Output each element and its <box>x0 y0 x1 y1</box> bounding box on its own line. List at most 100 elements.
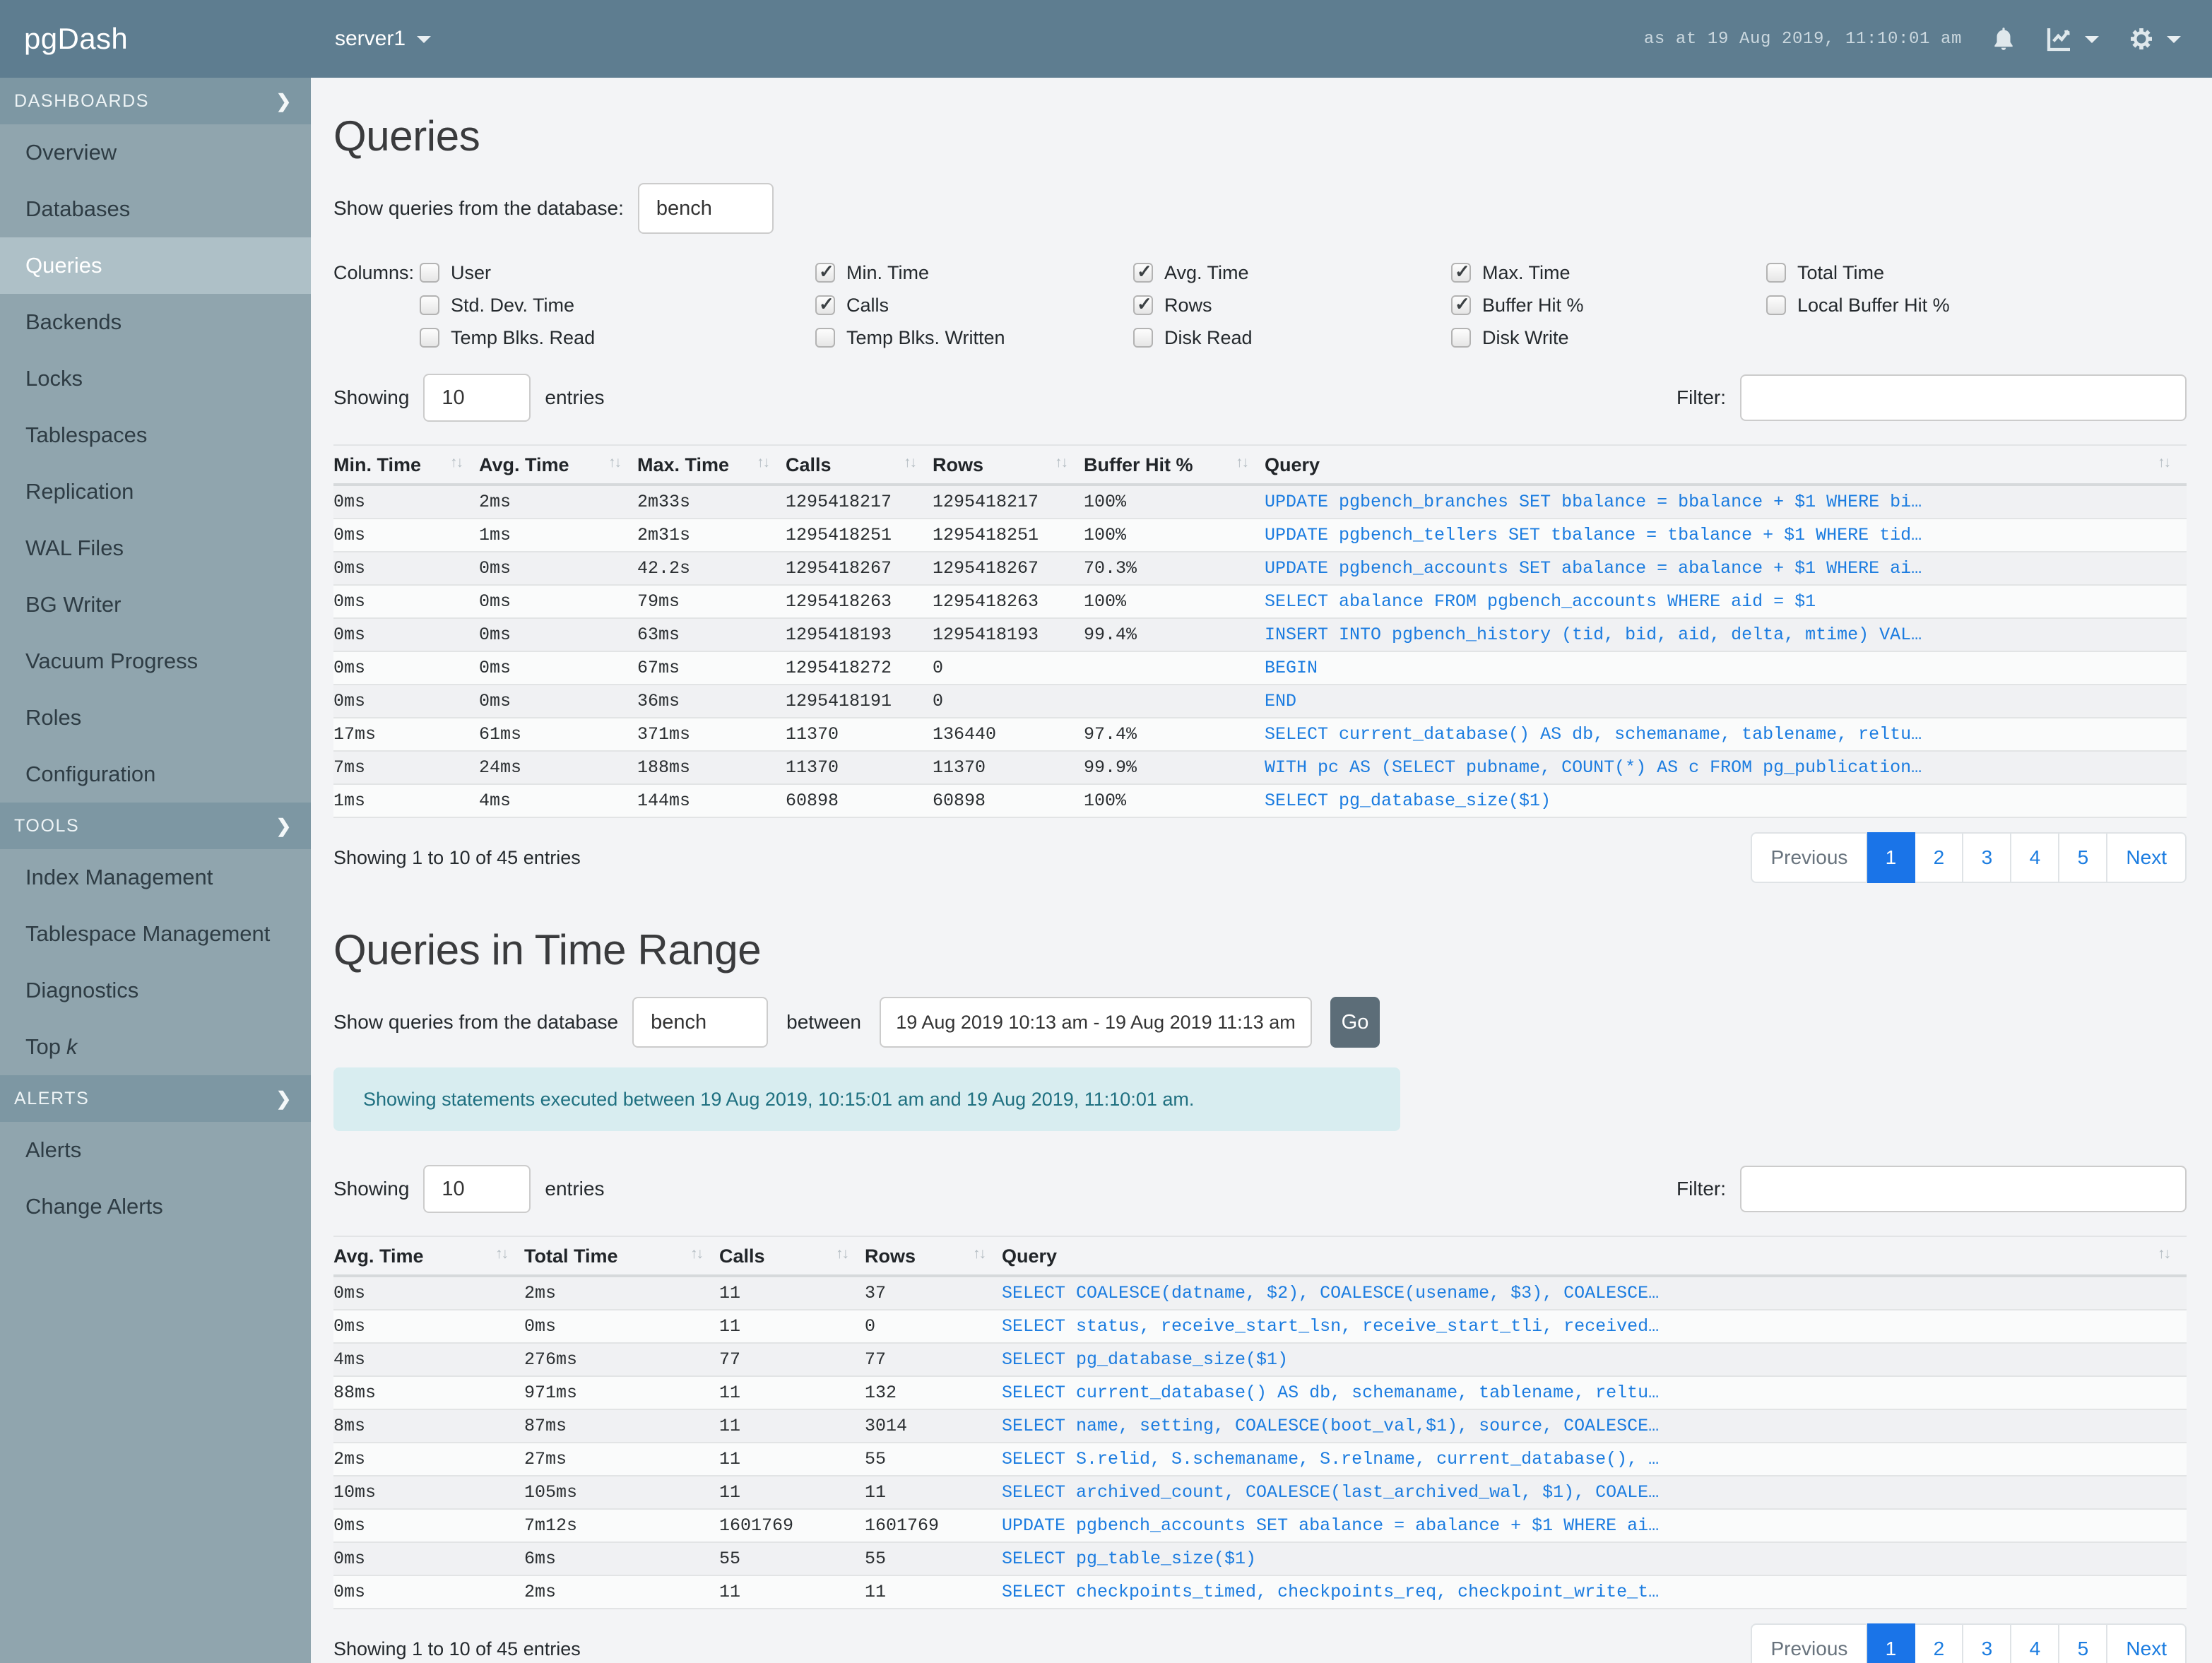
sidebar-item[interactable]: Replication <box>0 463 311 520</box>
sort-icon[interactable]: ↑↓ <box>450 454 479 471</box>
column-checkbox[interactable]: Max. Time <box>1451 261 1766 283</box>
query-link[interactable]: SELECT current_database() AS db, scheman… <box>1265 724 1922 745</box>
query-link[interactable]: UPDATE pgbench_accounts SET abalance = a… <box>1265 558 1922 579</box>
filter-input[interactable] <box>1740 374 2187 421</box>
sidebar-item[interactable]: Top k <box>0 1019 311 1075</box>
query-link[interactable]: SELECT COALESCE(datname, $2), COALESCE(u… <box>1002 1283 1659 1303</box>
sidebar-item[interactable]: Configuration <box>0 746 311 803</box>
sort-icon[interactable]: ↑↓ <box>2158 454 2187 471</box>
query-link[interactable]: BEGIN <box>1265 658 1318 678</box>
sidebar-section-alerts[interactable]: ALERTS ❯ <box>0 1075 311 1122</box>
page-number-button[interactable]: 5 <box>2059 1623 2108 1663</box>
page-number-button[interactable]: 3 <box>1963 1623 2012 1663</box>
query-link[interactable]: SELECT pg_database_size($1) <box>1265 791 1551 811</box>
sidebar-item[interactable]: Change Alerts <box>0 1178 311 1235</box>
notifications-bell-icon[interactable] <box>1990 25 2017 52</box>
column-header-calls[interactable]: Calls ↑↓ <box>719 1236 865 1277</box>
page-number-button[interactable]: 5 <box>2059 832 2108 883</box>
entries-count-input[interactable] <box>423 1165 531 1213</box>
sidebar-section-tools[interactable]: TOOLS ❯ <box>0 803 311 849</box>
sort-icon[interactable]: ↑↓ <box>690 1245 719 1262</box>
previous-page-button[interactable]: Previous <box>1751 1623 1868 1663</box>
column-checkbox[interactable]: Min. Time <box>815 261 1133 283</box>
column-checkbox[interactable]: Temp Blks. Read <box>420 327 815 348</box>
sidebar-item[interactable]: Databases <box>0 181 311 237</box>
page-number-button[interactable]: 3 <box>1963 832 2012 883</box>
column-checkbox[interactable]: Calls <box>815 293 1133 316</box>
query-link[interactable]: SELECT status, receive_start_lsn, receiv… <box>1002 1316 1659 1337</box>
sidebar-item[interactable]: Tablespaces <box>0 407 311 463</box>
sort-icon[interactable]: ↑↓ <box>757 454 786 471</box>
column-header-query[interactable]: Query ↑↓ <box>1002 1236 2187 1277</box>
column-header-buffer-hit[interactable]: Buffer Hit % ↑↓ <box>1084 444 1265 486</box>
query-link[interactable]: SELECT checkpoints_timed, checkpoints_re… <box>1002 1582 1659 1602</box>
query-link[interactable]: UPDATE pgbench_branches SET bbalance = b… <box>1265 492 1922 512</box>
column-checkbox[interactable]: Disk Read <box>1133 327 1451 348</box>
sort-icon[interactable]: ↑↓ <box>608 454 637 471</box>
query-link[interactable]: SELECT archived_count, COALESCE(last_arc… <box>1002 1482 1659 1503</box>
go-button[interactable]: Go <box>1330 997 1380 1048</box>
sort-icon[interactable]: ↑↓ <box>973 1245 1002 1262</box>
sidebar-item[interactable]: Diagnostics <box>0 962 311 1019</box>
column-checkbox[interactable]: Std. Dev. Time <box>420 295 815 316</box>
entries-count-input[interactable] <box>423 374 531 422</box>
next-page-button[interactable]: Next <box>2107 1623 2187 1663</box>
column-checkbox[interactable]: Total Time <box>1766 262 1950 283</box>
query-link[interactable]: INSERT INTO pgbench_history (tid, bid, a… <box>1265 625 1922 645</box>
sort-icon[interactable]: ↑↓ <box>1055 454 1084 471</box>
sort-icon[interactable]: ↑↓ <box>1236 454 1265 471</box>
sidebar-item[interactable]: WAL Files <box>0 520 311 576</box>
query-link[interactable]: END <box>1265 691 1296 711</box>
column-header-max-time[interactable]: Max. Time ↑↓ <box>637 444 786 486</box>
sidebar-item[interactable]: Roles <box>0 690 311 746</box>
column-header-total-time[interactable]: Total Time ↑↓ <box>524 1236 719 1277</box>
sort-icon[interactable]: ↑↓ <box>836 1245 865 1262</box>
column-checkbox[interactable]: Disk Write <box>1451 327 1766 348</box>
column-checkbox[interactable]: Local Buffer Hit % <box>1766 295 1950 316</box>
query-link[interactable]: SELECT pg_table_size($1) <box>1002 1549 1256 1569</box>
filter-input[interactable] <box>1740 1166 2187 1212</box>
sort-icon[interactable]: ↑↓ <box>2158 1245 2187 1262</box>
sort-icon[interactable]: ↑↓ <box>904 454 933 471</box>
sidebar-item[interactable]: Queries <box>0 237 311 294</box>
server-selector[interactable]: server1 <box>335 27 432 51</box>
query-link[interactable]: WITH pc AS (SELECT pubname, COUNT(*) AS … <box>1265 757 1922 778</box>
page-number-button[interactable]: 1 <box>1867 1623 1916 1663</box>
column-header-min-time[interactable]: Min. Time ↑↓ <box>333 444 479 486</box>
query-link[interactable]: UPDATE pgbench_accounts SET abalance = a… <box>1002 1515 1659 1536</box>
column-header-rows[interactable]: Rows ↑↓ <box>865 1236 1002 1277</box>
database-input[interactable] <box>637 183 774 234</box>
column-checkbox[interactable]: Rows <box>1133 293 1451 316</box>
query-link[interactable]: UPDATE pgbench_tellers SET tbalance = tb… <box>1265 525 1922 545</box>
page-number-button[interactable]: 2 <box>1915 1623 1964 1663</box>
query-link[interactable]: SELECT S.relid, S.schemaname, S.relname,… <box>1002 1449 1659 1469</box>
page-number-button[interactable]: 4 <box>2011 1623 2060 1663</box>
sidebar-item[interactable]: Tablespace Management <box>0 906 311 962</box>
sidebar-item[interactable]: Alerts <box>0 1122 311 1178</box>
column-header-calls[interactable]: Calls ↑↓ <box>786 444 933 486</box>
sidebar-section-dashboards[interactable]: DASHBOARDS ❯ <box>0 78 311 124</box>
sidebar-item[interactable]: Index Management <box>0 849 311 906</box>
page-number-button[interactable]: 1 <box>1867 832 1916 883</box>
previous-page-button[interactable]: Previous <box>1751 832 1868 883</box>
brand-logo[interactable]: pgDash <box>0 22 311 56</box>
column-header-avg-time[interactable]: Avg. Time ↑↓ <box>479 444 637 486</box>
time-range-input[interactable] <box>880 997 1313 1048</box>
query-link[interactable]: SELECT name, setting, COALESCE(boot_val,… <box>1002 1416 1659 1436</box>
sidebar-item[interactable]: Backends <box>0 294 311 350</box>
query-link[interactable]: SELECT abalance FROM pgbench_accounts WH… <box>1265 591 1816 612</box>
next-page-button[interactable]: Next <box>2107 832 2187 883</box>
column-header-avg-time[interactable]: Avg. Time ↑↓ <box>333 1236 524 1277</box>
page-number-button[interactable]: 2 <box>1915 832 1964 883</box>
sort-icon[interactable]: ↑↓ <box>495 1245 524 1262</box>
query-link[interactable]: SELECT pg_database_size($1) <box>1002 1349 1288 1370</box>
column-checkbox[interactable]: Temp Blks. Written <box>815 327 1133 348</box>
sidebar-item[interactable]: Locks <box>0 350 311 407</box>
sidebar-item[interactable]: BG Writer <box>0 576 311 633</box>
database-input[interactable] <box>632 997 769 1048</box>
column-header-query[interactable]: Query ↑↓ <box>1265 444 2187 486</box>
sidebar-item[interactable]: Vacuum Progress <box>0 633 311 690</box>
settings-menu[interactable] <box>2127 25 2181 53</box>
charts-menu[interactable] <box>2045 25 2099 53</box>
column-checkbox[interactable]: User <box>420 262 815 283</box>
